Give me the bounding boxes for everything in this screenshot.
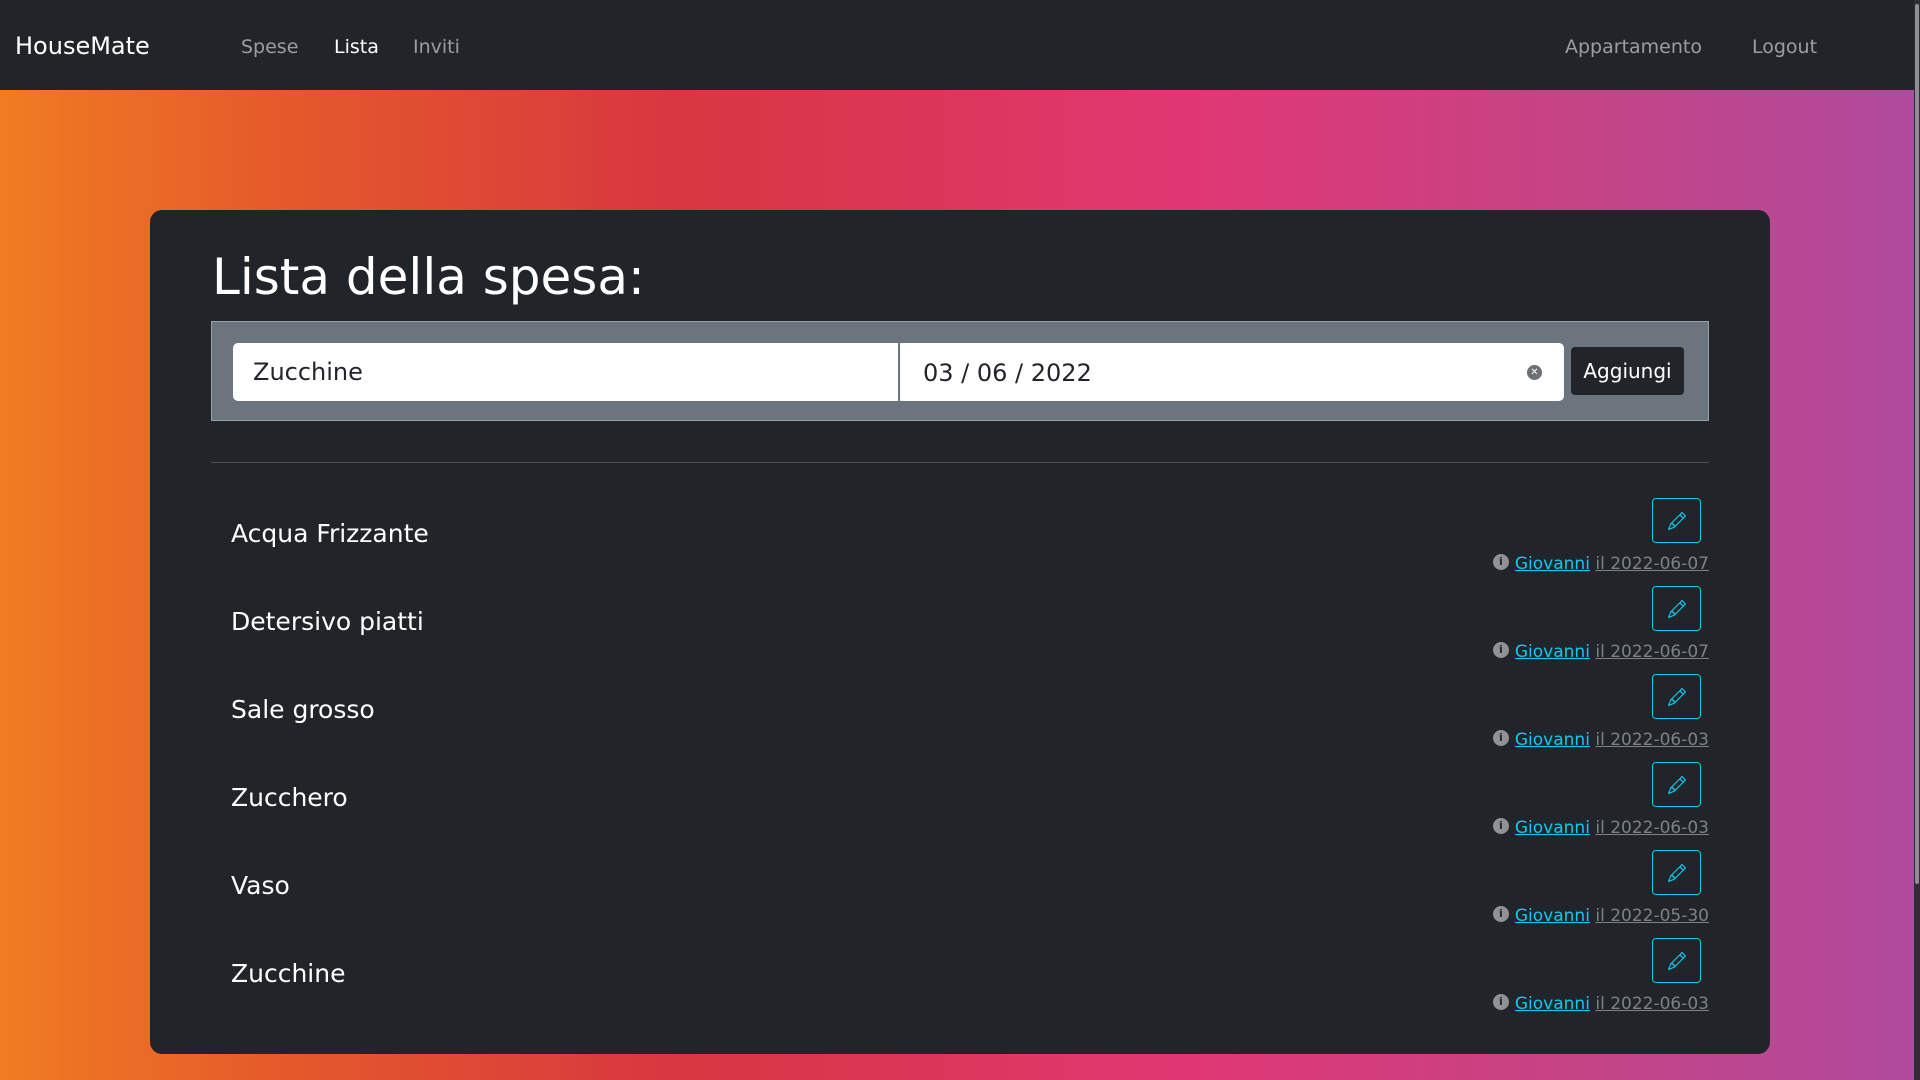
item-name: Sale grosso	[231, 695, 375, 724]
item-user-link[interactable]: Giovanni	[1515, 906, 1590, 926]
item-date: il 2022-06-03	[1595, 818, 1709, 838]
shopping-list-card: Lista della spesa: 03 / 06 / 2022 ✕ Aggi…	[150, 210, 1770, 1054]
list-item: Sale grosso i Giovanni il 2022-06-03	[150, 674, 1770, 762]
nav-link-inviti[interactable]: Inviti	[413, 35, 460, 59]
info-icon: i	[1492, 730, 1509, 746]
info-icon: i	[1492, 554, 1509, 570]
pencil-icon	[1668, 512, 1686, 530]
brand-logo[interactable]: HouseMate	[15, 31, 150, 61]
pencil-icon	[1668, 864, 1686, 882]
nav-link-logout[interactable]: Logout	[1752, 35, 1817, 59]
pencil-icon	[1668, 952, 1686, 970]
item-user-link[interactable]: Giovanni	[1515, 554, 1590, 574]
info-icon: i	[1492, 994, 1509, 1010]
nav-link-lista[interactable]: Lista	[334, 35, 379, 59]
nav-link-spese[interactable]: Spese	[241, 35, 298, 59]
info-icon: i	[1492, 642, 1509, 658]
edit-button[interactable]	[1652, 674, 1701, 719]
item-meta: i Giovanni il 2022-06-07	[1492, 554, 1709, 574]
pencil-icon	[1668, 776, 1686, 794]
list-item: Vaso i Giovanni il 2022-05-30	[150, 850, 1770, 938]
scrollbar-thumb[interactable]	[1915, 4, 1919, 884]
item-user-link[interactable]: Giovanni	[1515, 642, 1590, 662]
item-meta: i Giovanni il 2022-06-03	[1492, 994, 1709, 1014]
pencil-icon	[1668, 600, 1686, 618]
item-meta: i Giovanni il 2022-05-30	[1492, 906, 1709, 926]
navbar: HouseMate Spese Lista Inviti Appartament…	[0, 0, 1914, 90]
pencil-icon	[1668, 688, 1686, 706]
item-date: il 2022-06-03	[1595, 994, 1709, 1014]
item-name: Acqua Frizzante	[231, 519, 429, 548]
item-user-link[interactable]: Giovanni	[1515, 818, 1590, 838]
item-meta: i Giovanni il 2022-06-03	[1492, 730, 1709, 750]
item-name: Zucchine	[231, 959, 346, 988]
nav-link-appartamento[interactable]: Appartamento	[1565, 35, 1702, 59]
item-date: il 2022-06-07	[1595, 554, 1709, 574]
item-date: il 2022-06-03	[1595, 730, 1709, 750]
page-scrollbar[interactable]	[1914, 0, 1920, 1080]
info-icon: i	[1492, 818, 1509, 834]
list-item: Detersivo piatti i Giovanni il 2022-06-07	[150, 586, 1770, 674]
item-user-link[interactable]: Giovanni	[1515, 730, 1590, 750]
item-name: Detersivo piatti	[231, 607, 424, 636]
item-name: Vaso	[231, 871, 290, 900]
list-item: Acqua Frizzante i Giovanni il 2022-06-07	[150, 498, 1770, 586]
item-user-link[interactable]: Giovanni	[1515, 994, 1590, 1014]
item-meta: i Giovanni il 2022-06-07	[1492, 642, 1709, 662]
edit-button[interactable]	[1652, 850, 1701, 895]
item-date: il 2022-05-30	[1595, 906, 1709, 926]
list-item: Zucchine i Giovanni il 2022-06-03	[150, 938, 1770, 1026]
item-meta: i Giovanni il 2022-06-03	[1492, 818, 1709, 838]
edit-button[interactable]	[1652, 586, 1701, 631]
shopping-item-list: Acqua Frizzante i Giovanni il 2022-06-07 …	[150, 210, 1770, 1054]
item-name: Zucchero	[231, 783, 348, 812]
edit-button[interactable]	[1652, 762, 1701, 807]
edit-button[interactable]	[1652, 498, 1701, 543]
list-item: Zucchero i Giovanni il 2022-06-03	[150, 762, 1770, 850]
item-date: il 2022-06-07	[1595, 642, 1709, 662]
info-icon: i	[1492, 906, 1509, 922]
edit-button[interactable]	[1652, 938, 1701, 983]
